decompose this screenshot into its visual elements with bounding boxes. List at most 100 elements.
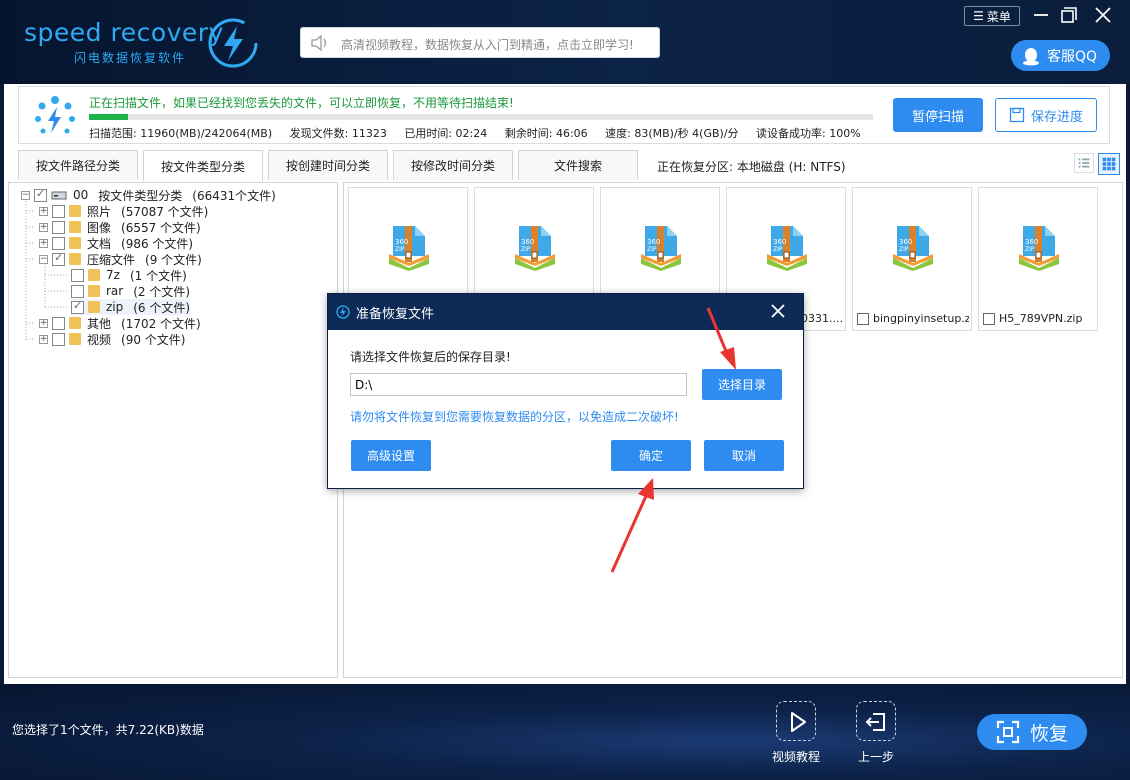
tree-item-label: 文档 — [87, 236, 112, 251]
tab-by-path[interactable]: 按文件路径分类 — [18, 150, 138, 180]
grid-view-icon[interactable] — [1098, 153, 1120, 175]
folder-icon — [69, 333, 81, 345]
folder-icon — [69, 237, 81, 249]
tree-item-checkbox[interactable] — [52, 316, 65, 330]
tree-item-checkbox[interactable] — [71, 268, 84, 282]
tree-item-label: 其他 — [87, 316, 112, 331]
tree-item-label: 照片 — [87, 204, 112, 219]
scan-progress-bar — [89, 114, 873, 120]
svg-text:ZIP: ZIP — [395, 246, 405, 253]
svg-text:ZIP: ZIP — [521, 246, 531, 253]
recover-label: 恢复 — [1029, 722, 1068, 745]
tutorial-tip-text: 高清视频教程，数据恢复从入门到精通，点击立即学习! — [341, 38, 634, 52]
svg-text:360: 360 — [395, 238, 408, 246]
tree-item-label: 压缩文件 — [87, 252, 136, 267]
file-checkbox[interactable] — [857, 312, 869, 325]
expand-icon[interactable]: + — [39, 206, 48, 216]
video-tutorial-button[interactable]: 视频教程 — [764, 701, 828, 771]
read-success-rate: 读设备成功率: 100% — [756, 127, 861, 140]
tree-item-count: (1702 个文件) — [121, 316, 201, 331]
svg-text:360: 360 — [521, 238, 534, 246]
file-name: bingpinyinsetup.zip — [873, 312, 969, 325]
tree-item-checkbox[interactable] — [52, 204, 65, 218]
expand-icon[interactable]: + — [39, 222, 48, 232]
advanced-settings-button[interactable]: 高级设置 — [351, 440, 431, 471]
scan-status-panel: 正在扫描文件，如果已经找到您丢失的文件，可以立即恢复，不用等待扫描结束! 扫描范… — [18, 86, 1110, 144]
menu-button[interactable]: ☰ 菜单 — [964, 6, 1020, 26]
pause-scan-button[interactable]: 暂停扫描 — [893, 98, 983, 132]
expand-icon[interactable]: + — [39, 318, 48, 328]
tree-item-rar[interactable]: rar (2 个文件) — [71, 283, 190, 299]
tree-item-count: (2 个文件) — [133, 284, 191, 299]
svg-text:360: 360 — [1025, 238, 1038, 246]
current-partition: 正在恢复分区: 本地磁盘 (H: NTFS) — [657, 160, 846, 174]
minimize-icon[interactable] — [1030, 4, 1052, 26]
previous-step-button[interactable]: 上一步 — [844, 701, 908, 771]
tab-by-type[interactable]: 按文件类型分类 — [143, 150, 263, 181]
tree-item-checkbox[interactable] — [52, 251, 65, 266]
list-view-icon[interactable] — [1074, 153, 1094, 173]
cancel-button[interactable]: 取消 — [704, 440, 784, 471]
collapse-icon[interactable]: − — [21, 190, 30, 200]
floppy-disk-icon — [1009, 107, 1025, 123]
expand-icon[interactable]: + — [39, 238, 48, 248]
tree-item-checkbox[interactable] — [52, 220, 65, 234]
svg-text:360: 360 — [647, 238, 660, 246]
close-icon[interactable] — [1092, 4, 1114, 26]
tree-item-images[interactable]: + 图像 (6557 个文件) — [39, 219, 201, 235]
tab-file-search[interactable]: 文件搜索 — [518, 150, 638, 180]
save-progress-label: 保存进度 — [1030, 109, 1083, 125]
zip-archive-icon: 360ZIP — [389, 226, 429, 271]
dialog-close-icon[interactable] — [769, 302, 787, 320]
tree-root-count: (66431个文件) — [192, 188, 276, 203]
tree-item-other[interactable]: + 其他 (1702 个文件) — [39, 315, 201, 331]
maximize-icon[interactable] — [1058, 4, 1080, 26]
expand-icon[interactable]: + — [39, 334, 48, 344]
tree-item-count: (9 个文件) — [145, 252, 202, 267]
tutorial-banner[interactable]: 高清视频教程，数据恢复从入门到精通，点击立即学习! — [300, 27, 660, 58]
tree-item-archives[interactable]: − 压缩文件 (9 个文件) — [39, 251, 202, 267]
tree-item-count: (90 个文件) — [121, 332, 186, 347]
tree-item-7z[interactable]: 7z (1 个文件) — [71, 267, 187, 283]
save-directory-input[interactable] — [350, 373, 687, 396]
tree-item-documents[interactable]: + 文档 (986 个文件) — [39, 235, 193, 251]
confirm-button[interactable]: 确定 — [611, 440, 691, 471]
zip-archive-icon: 360ZIP — [1019, 226, 1059, 271]
save-directory-prompt: 请选择文件恢复后的保存目录! — [350, 350, 511, 364]
selection-summary: 您选择了1个文件，共7.22(KB)数据 — [12, 723, 204, 737]
tree-item-zip[interactable]: zip (6 个文件) — [71, 299, 191, 315]
tree-item-label: rar — [106, 284, 124, 298]
bottom-bar: 您选择了1个文件，共7.22(KB)数据 视频教程 上一步 恢复 — [0, 684, 1130, 780]
tree-root-checkbox[interactable] — [34, 187, 47, 202]
tree-item-checkbox[interactable] — [71, 299, 84, 314]
tree-item-checkbox[interactable] — [52, 332, 65, 346]
prepare-recovery-dialog: 准备恢复文件 请选择文件恢复后的保存目录! 选择目录 请勿将文件恢复到您需要恢复… — [327, 293, 804, 489]
file-card[interactable]: 360 ZIP H5_789VPN.zip — [978, 187, 1098, 331]
save-progress-button[interactable]: 保存进度 — [995, 98, 1097, 132]
tree-item-checkbox[interactable] — [52, 236, 65, 250]
folder-icon — [88, 269, 100, 281]
found-files: 发现文件数: 11323 — [289, 127, 387, 140]
qq-label: 客服QQ — [1047, 48, 1098, 65]
collapse-icon[interactable]: − — [39, 254, 48, 264]
svg-text:ZIP: ZIP — [773, 246, 783, 253]
tab-by-created-time[interactable]: 按创建时间分类 — [268, 150, 388, 180]
file-card[interactable]: 360ZIP bingpinyinsetup.zip — [852, 187, 972, 331]
file-type-tree: − 00 按文件类型分类 (66431个文件) + 照片 (57087 个文件)… — [8, 182, 338, 678]
folder-icon — [88, 285, 100, 297]
tree-root[interactable]: − 00 按文件类型分类 (66431个文件) — [21, 187, 276, 203]
recover-button[interactable]: 恢复 — [977, 714, 1087, 750]
tree-item-count: (986 个文件) — [121, 236, 194, 251]
customer-service-qq-button[interactable]: 客服QQ — [1011, 40, 1110, 71]
tab-by-modified-time[interactable]: 按修改时间分类 — [393, 150, 513, 180]
zip-archive-icon: 360ZIP — [641, 226, 681, 271]
choose-directory-button[interactable]: 选择目录 — [702, 369, 782, 400]
speaker-icon — [311, 34, 327, 52]
scan-status-text: 正在扫描文件，如果已经找到您丢失的文件，可以立即恢复，不用等待扫描结束! — [89, 96, 514, 110]
svg-text:ZIP: ZIP — [899, 246, 909, 253]
file-checkbox[interactable] — [983, 312, 995, 325]
tree-item-video[interactable]: + 视频 (90 个文件) — [39, 331, 185, 347]
tree-item-photos[interactable]: + 照片 (57087 个文件) — [39, 203, 208, 219]
elapsed-time: 已用时间: 02:24 — [404, 127, 488, 140]
tree-item-checkbox[interactable] — [71, 284, 84, 298]
